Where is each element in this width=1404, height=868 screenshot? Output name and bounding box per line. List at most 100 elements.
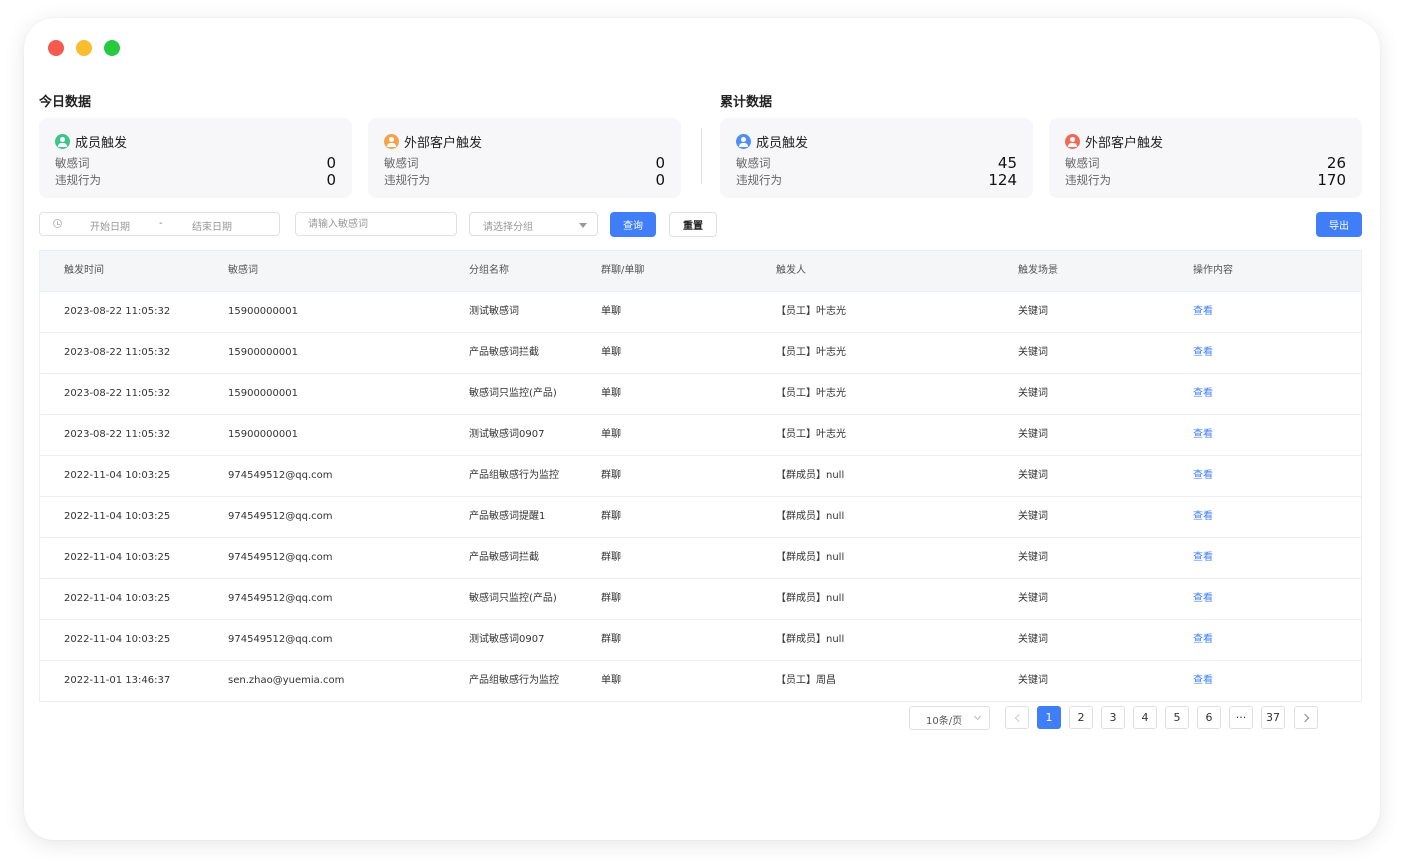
table-row: 2022-11-04 10:03:25 974549512@qq.com 产品组敏感… — [40, 456, 1361, 497]
column-header: 敏感词 — [228, 265, 258, 276]
bottom-shadow-decoration — [84, 778, 1044, 790]
view-link[interactable]: 查看 — [1193, 456, 1213, 496]
stat-value: 26 — [1326, 154, 1346, 172]
stat-value: 170 — [1317, 171, 1346, 189]
page-button[interactable]: 4 — [1133, 706, 1157, 729]
group-select-placeholder: 请选择分组 — [483, 222, 533, 233]
table-cell: 关键词 — [1018, 306, 1048, 317]
chevron-left-icon — [1014, 713, 1023, 722]
close-window-button[interactable] — [48, 40, 64, 56]
table-cell: 【员工】叶志光 — [776, 429, 846, 440]
table-row: 2022-11-04 10:03:25 974549512@qq.com 产品敏感词… — [40, 538, 1361, 579]
today-section-title: 今日数据 — [39, 95, 92, 110]
table-cell: 关键词 — [1018, 593, 1048, 604]
table-cell: 产品敏感词拦截 — [469, 347, 539, 358]
view-link[interactable]: 查看 — [1193, 374, 1213, 414]
table-cell: 2022-11-04 10:03:25 — [64, 593, 171, 604]
table-cell: 15900000001 — [228, 347, 298, 358]
date-range-picker[interactable]: 开始日期 - 结束日期 — [39, 212, 280, 236]
table-cell: 2022-11-04 10:03:25 — [64, 511, 171, 522]
table-cell: 单聊 — [601, 675, 621, 686]
table-cell: 【群成员】null — [776, 634, 845, 645]
view-link[interactable]: 查看 — [1193, 579, 1213, 619]
table-cell: 敏感词只监控(产品) — [469, 388, 557, 399]
view-link[interactable]: 查看 — [1193, 661, 1213, 701]
column-header: 触发时间 — [64, 265, 104, 276]
table-cell: 【群成员】null — [776, 470, 845, 481]
page-button[interactable]: 5 — [1165, 706, 1189, 729]
table-cell: 15900000001 — [228, 388, 298, 399]
stat-label: 敏感词 — [1065, 156, 1100, 170]
stat-label: 敏感词 — [55, 156, 90, 170]
next-page-button[interactable] — [1294, 706, 1318, 729]
table-cell: 2022-11-01 13:46:37 — [64, 675, 171, 686]
cumulative-section-title: 累计数据 — [720, 95, 773, 110]
table-cell: 群聊 — [601, 470, 621, 481]
page-button[interactable]: 2 — [1069, 706, 1093, 729]
table-cell: 群聊 — [601, 593, 621, 604]
keyword-search-input[interactable] — [295, 212, 457, 236]
today-member-card: 成员触发 敏感词 0 违规行为 0 — [39, 118, 352, 198]
page-size-select[interactable]: 10条/页 — [909, 706, 990, 730]
table-cell: 测试敏感词0907 — [469, 634, 545, 645]
table-cell: 群聊 — [601, 552, 621, 563]
stat-value: 45 — [997, 154, 1017, 172]
page-button[interactable]: 6 — [1197, 706, 1221, 729]
column-header: 操作内容 — [1193, 265, 1233, 276]
end-date-placeholder[interactable]: 结束日期 — [192, 218, 232, 233]
cumulative-member-card: 成员触发 敏感词 45 违规行为 124 — [720, 118, 1033, 198]
table-cell: 测试敏感词0907 — [469, 429, 545, 440]
view-link[interactable]: 查看 — [1193, 292, 1213, 332]
table-cell: 关键词 — [1018, 511, 1048, 522]
table-cell: 【员工】叶志光 — [776, 306, 846, 317]
today-external-card: 外部客户触发 敏感词 0 违规行为 0 — [368, 118, 681, 198]
table-body: 2023-08-22 11:05:32 15900000001 测试敏感词 单聊 【员工… — [40, 292, 1361, 701]
table-cell: 15900000001 — [228, 429, 298, 440]
table-cell: 关键词 — [1018, 388, 1048, 399]
window-controls — [48, 40, 120, 56]
table-row: 2022-11-01 13:46:37 sen.zhao@yuemia.com 产品… — [40, 661, 1361, 701]
table-row: 2023-08-22 11:05:32 15900000001 测试敏感词 单聊 【员工… — [40, 292, 1361, 333]
table-row: 2023-08-22 11:05:32 15900000001 敏感词只监控(产品)… — [40, 374, 1361, 415]
stat-label: 违规行为 — [1065, 173, 1111, 187]
page-button[interactable]: 37 — [1261, 706, 1285, 729]
chevron-right-icon — [1300, 713, 1309, 722]
table-cell: 关键词 — [1018, 347, 1048, 358]
page-ellipsis[interactable]: ··· — [1229, 706, 1253, 729]
export-button[interactable]: 导出 — [1316, 212, 1362, 237]
table-cell: 2023-08-22 11:05:32 — [64, 306, 171, 317]
table-cell: 产品组敏感行为监控 — [469, 675, 559, 686]
column-header: 分组名称 — [469, 265, 509, 276]
reset-button[interactable]: 重置 — [669, 212, 717, 237]
view-link[interactable]: 查看 — [1193, 538, 1213, 578]
minimize-window-button[interactable] — [76, 40, 92, 56]
view-link[interactable]: 查看 — [1193, 415, 1213, 455]
card-title: 成员触发 — [756, 136, 809, 151]
card-title: 成员触发 — [75, 136, 128, 151]
table-cell: 974549512@qq.com — [228, 470, 333, 481]
stat-label: 敏感词 — [736, 156, 771, 170]
view-link[interactable]: 查看 — [1193, 333, 1213, 373]
table-cell: sen.zhao@yuemia.com — [228, 675, 345, 686]
page-button[interactable]: 1 — [1037, 706, 1061, 729]
stat-value: 0 — [326, 154, 336, 172]
table-row: 2023-08-22 11:05:32 15900000001 产品敏感词拦截 单聊 【… — [40, 333, 1361, 374]
group-select[interactable]: 请选择分组 — [469, 212, 598, 236]
view-link[interactable]: 查看 — [1193, 497, 1213, 537]
page-size-label: 10条/页 — [926, 716, 963, 727]
maximize-window-button[interactable] — [104, 40, 120, 56]
prev-page-button[interactable] — [1005, 706, 1029, 729]
start-date-placeholder[interactable]: 开始日期 — [90, 218, 130, 233]
table-cell: 2023-08-22 11:05:32 — [64, 388, 171, 399]
query-button[interactable]: 查询 — [610, 212, 656, 237]
external-customer-avatar-icon — [1065, 134, 1080, 149]
table-cell: 2023-08-22 11:05:32 — [64, 429, 171, 440]
table-cell: 关键词 — [1018, 429, 1048, 440]
page-button[interactable]: 3 — [1101, 706, 1125, 729]
view-link[interactable]: 查看 — [1193, 620, 1213, 660]
table-cell: 关键词 — [1018, 470, 1048, 481]
stat-label: 违规行为 — [384, 173, 430, 187]
table-row: 2022-11-04 10:03:25 974549512@qq.com 测试敏感词… — [40, 620, 1361, 661]
column-header: 触发场景 — [1018, 265, 1058, 276]
table-cell: 群聊 — [601, 634, 621, 645]
